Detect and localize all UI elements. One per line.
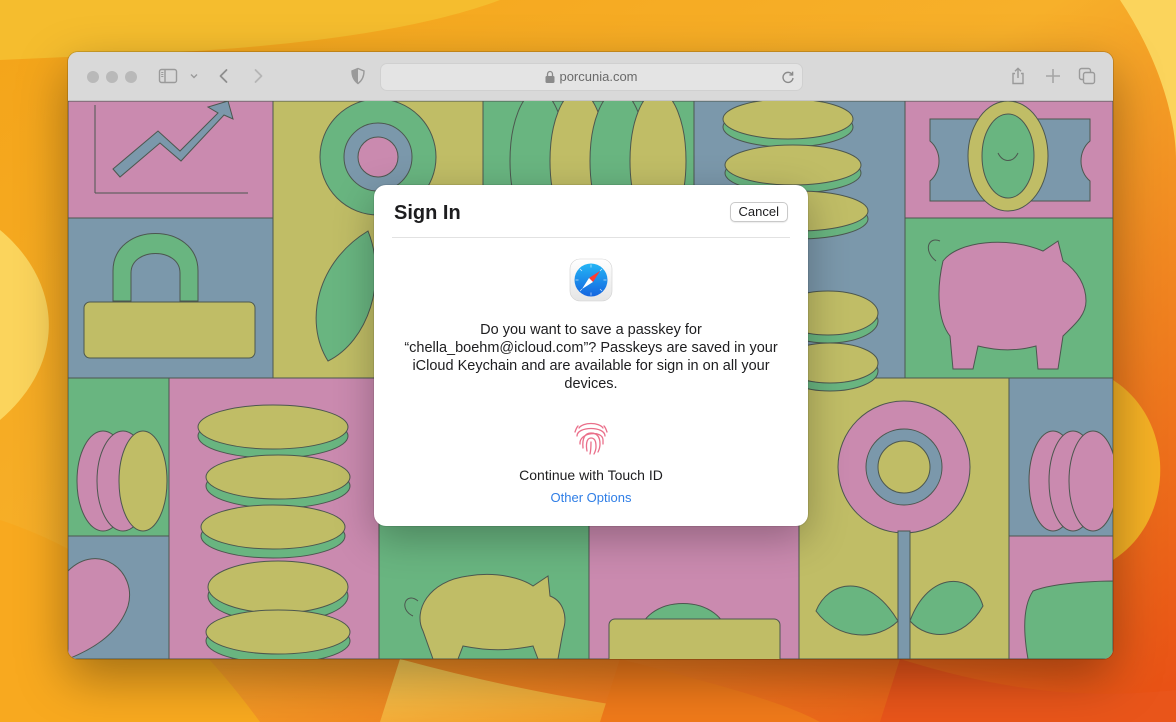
dialog-message: Do you want to save a passkey for “chell…: [404, 322, 778, 392]
address-bar[interactable]: porcunia.com: [380, 63, 803, 91]
zoom-window-button[interactable]: [125, 71, 137, 83]
privacy-shield-icon[interactable]: [348, 66, 368, 86]
safari-app-icon: [569, 258, 613, 302]
sidebar-toggle-icon[interactable]: [158, 66, 178, 86]
fingerprint-icon[interactable]: [569, 414, 613, 458]
cancel-button[interactable]: Cancel: [729, 202, 788, 222]
close-window-button[interactable]: [87, 71, 99, 83]
address-url: porcunia.com: [559, 69, 638, 84]
reload-icon[interactable]: [780, 69, 796, 85]
minimize-window-button[interactable]: [106, 71, 118, 83]
passkey-sign-in-dialog: Sign In Cancel Do you want to save a pas…: [374, 185, 808, 526]
touch-id-label: Continue with Touch ID: [519, 467, 663, 483]
dialog-divider: [392, 237, 790, 238]
back-button[interactable]: [214, 66, 234, 86]
tab-overview-icon[interactable]: [1077, 66, 1097, 86]
chevron-down-icon[interactable]: [184, 66, 198, 86]
forward-button[interactable]: [248, 66, 268, 86]
share-icon[interactable]: [1008, 66, 1028, 86]
dialog-title: Sign In: [394, 202, 461, 224]
other-options-link[interactable]: Other Options: [374, 490, 808, 505]
new-tab-icon[interactable]: [1043, 66, 1063, 86]
browser-toolbar: porcunia.com: [68, 52, 1113, 101]
